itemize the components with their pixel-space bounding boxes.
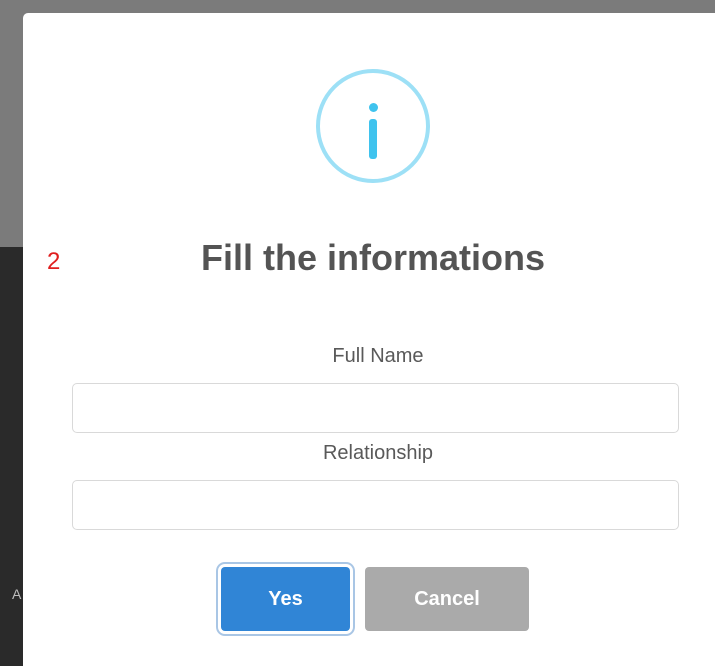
relationship-label: Relationship <box>322 442 434 464</box>
full-name-input[interactable] <box>72 383 679 433</box>
info-icon-dot <box>368 103 378 112</box>
cancel-button[interactable]: Cancel <box>365 567 529 631</box>
full-name-label: Full Name <box>332 345 424 367</box>
modal-title: Fill the informations <box>200 237 545 278</box>
yes-button[interactable]: Yes <box>221 567 350 631</box>
info-icon-stem <box>369 119 377 159</box>
info-icon <box>316 69 430 183</box>
backdrop-text: A <box>12 586 22 602</box>
modal-dialog: 2 Fill the informations Full Name Relati… <box>23 13 715 666</box>
relationship-input[interactable] <box>72 480 679 530</box>
